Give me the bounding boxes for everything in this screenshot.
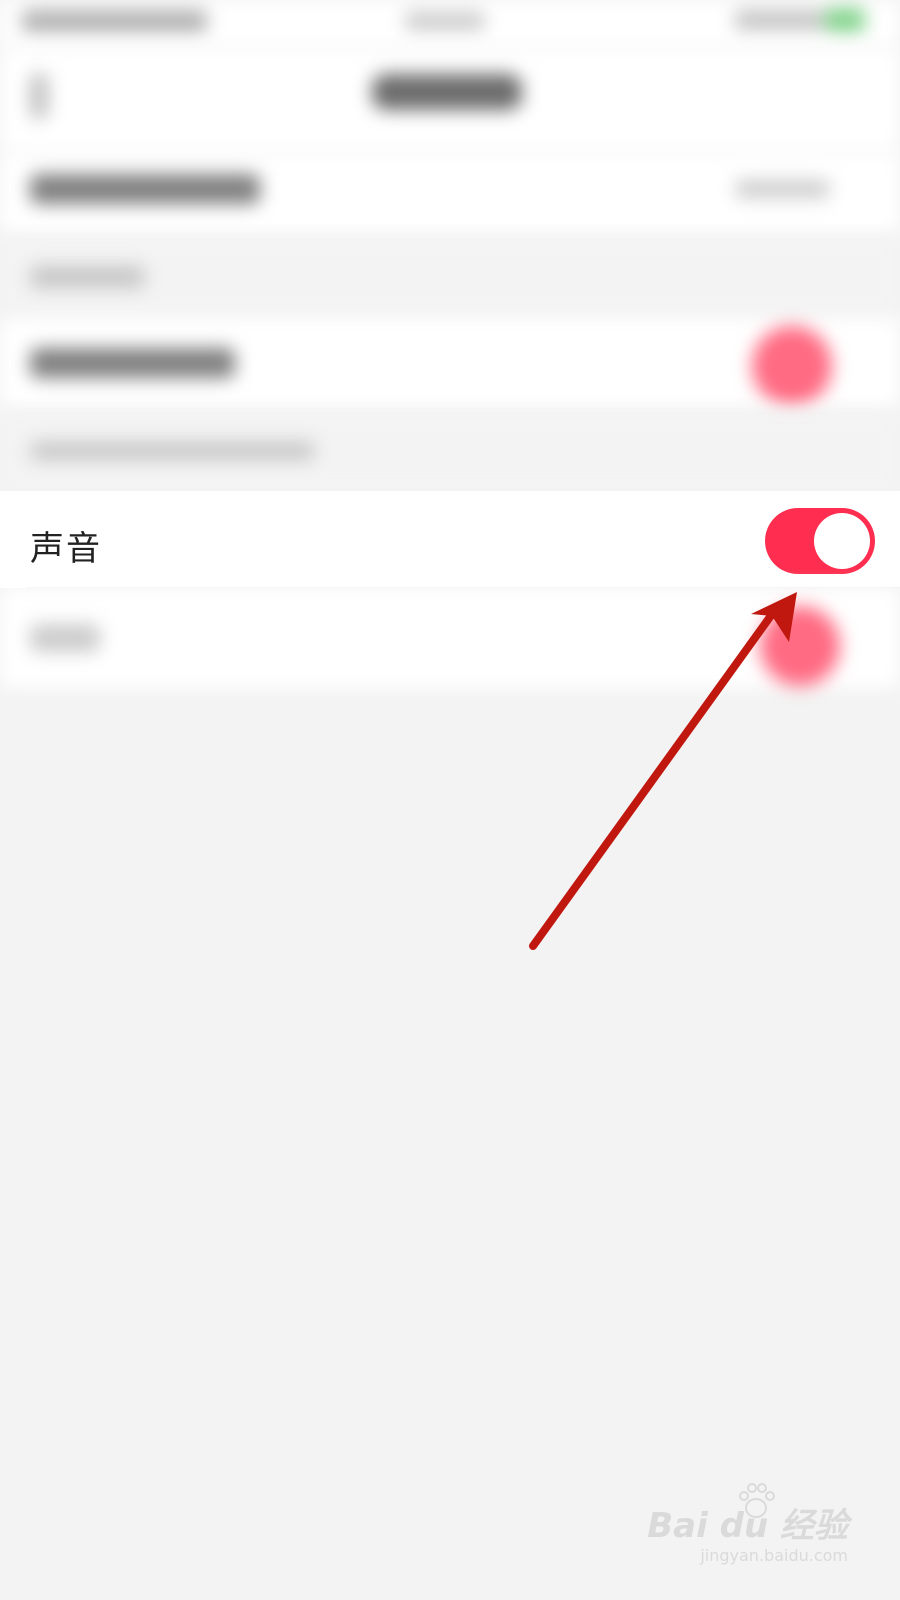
sound-label: 声音 (30, 529, 102, 569)
blurred-header-text (30, 266, 145, 288)
watermark-url: jingyan.baidu.com (700, 1546, 848, 1565)
baidu-jingyan-watermark: Bai du 经验 jingyan.baidu.com (647, 1480, 848, 1580)
blurred-setting-row-2[interactable] (0, 318, 900, 410)
nav-bar (0, 48, 900, 152)
blurred-description (0, 410, 900, 491)
blurred-label (30, 174, 260, 204)
status-time-blur (405, 12, 485, 30)
toggle-knob (814, 513, 870, 569)
blurred-toggle[interactable] (760, 606, 840, 686)
blurred-setting-row-3[interactable] (0, 588, 900, 688)
status-carrier-blur (22, 10, 207, 32)
blurred-label (30, 624, 100, 652)
watermark-logo-text: Bai du 经验 (647, 1506, 848, 1546)
status-bar (0, 0, 900, 48)
blurred-setting-row-1[interactable] (0, 152, 900, 236)
blurred-value (735, 180, 830, 198)
blurred-section-header (0, 236, 900, 318)
sound-toggle[interactable] (765, 508, 875, 574)
blurred-label (30, 348, 235, 378)
back-icon[interactable] (30, 74, 48, 118)
blurred-description-text (30, 442, 315, 460)
status-icons-blur (735, 10, 825, 30)
blurred-toggle[interactable] (752, 326, 832, 406)
page-title-blur (372, 74, 522, 110)
sound-setting-row: 声音 (0, 491, 900, 588)
battery-icon (825, 8, 865, 32)
